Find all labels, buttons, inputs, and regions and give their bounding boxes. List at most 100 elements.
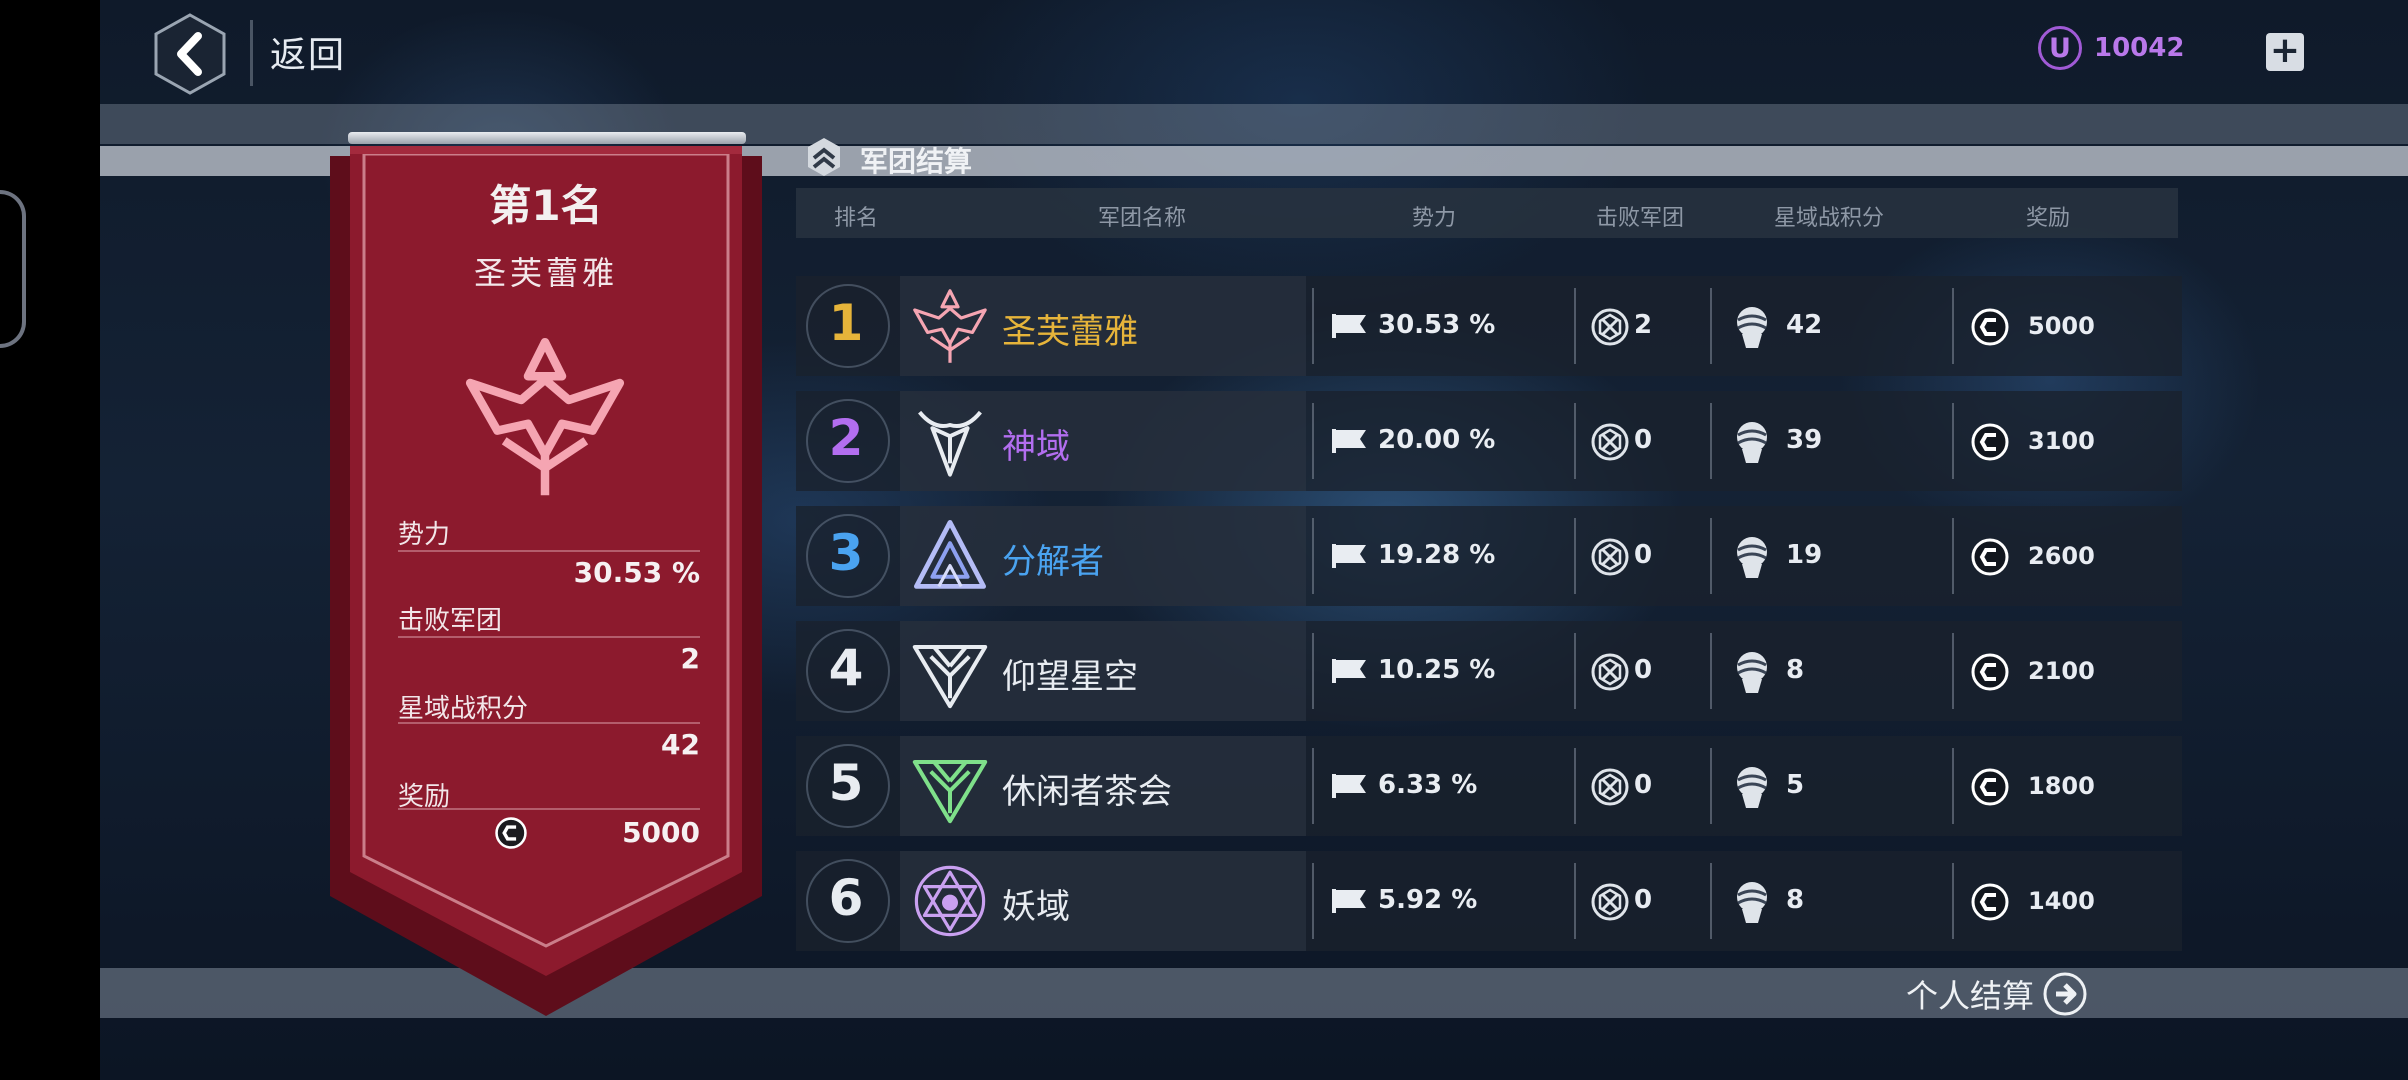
defeated-value: 2: [1634, 310, 1653, 340]
banner-stat-value-defeated: 2: [680, 642, 700, 675]
back-button[interactable]: [153, 12, 227, 96]
reward-value: 1400: [2028, 887, 2095, 915]
column-divider: [1710, 288, 1712, 364]
column-divider: [1952, 518, 1954, 594]
score-icon: [1732, 304, 1772, 350]
column-header-rank: 排名: [834, 206, 879, 231]
column-divider: [1952, 863, 1954, 939]
rank-number: 1: [828, 294, 864, 352]
currency-display: U 10042: [2038, 26, 2184, 70]
defeat-icon: [1590, 537, 1630, 577]
banner-stat-value-power: 30.53 %: [573, 556, 700, 589]
ranking-row[interactable]: 1 圣芙蕾雅 30.53 % 2 42 5000: [796, 276, 2182, 376]
power-value: 10.25 %: [1378, 655, 1496, 685]
back-separator: [250, 20, 253, 86]
side-tab: [0, 190, 26, 348]
currency-value: 10042: [2094, 33, 2185, 63]
defeated-value: 0: [1634, 885, 1653, 915]
defeated-value: 0: [1634, 655, 1653, 685]
power-value: 5.92 %: [1378, 885, 1478, 915]
back-label[interactable]: 返回: [270, 26, 346, 78]
banner-stat-label-defeated: 击败军团: [398, 606, 503, 636]
valkyrie-emblem-icon: [913, 289, 987, 363]
power-value: 20.00 %: [1378, 425, 1496, 455]
legion-name: 仰望星空: [1002, 657, 1138, 697]
defeated-value: 0: [1634, 770, 1653, 800]
column-divider: [1574, 403, 1576, 479]
ranking-row[interactable]: 6 妖域 5.92 % 0 8 1400: [796, 851, 2182, 951]
banner-stat-label-power: 势力: [398, 520, 451, 550]
column-divider: [1952, 748, 1954, 824]
add-currency-button[interactable]: +: [2266, 33, 2304, 71]
banner-legion-name: 圣芙蕾雅: [473, 254, 618, 292]
power-value: 30.53 %: [1378, 310, 1496, 340]
defeat-icon: [1590, 422, 1630, 462]
banner-stat-divider: [398, 722, 700, 724]
rank-badge: 6: [796, 851, 896, 951]
column-divider: [1952, 403, 1954, 479]
column-header-name: 军团名称: [1098, 206, 1187, 231]
flag-icon: [1330, 772, 1368, 800]
personal-settlement-label: 个人结算: [1906, 977, 2035, 1015]
column-divider: [1312, 863, 1314, 939]
coin-icon: [1970, 307, 2010, 347]
column-divider: [1312, 633, 1314, 709]
coin-icon: [1970, 652, 2010, 692]
banner-stat-value-reward: 5000: [622, 816, 700, 849]
table-header: 排名 军团名称 势力 击败军团 星域战积分 奖励: [796, 188, 2178, 238]
legion-name: 分解者: [1002, 542, 1104, 582]
defeat-icon: [1590, 652, 1630, 692]
legion-name: 神域: [1002, 427, 1070, 467]
column-divider: [1710, 748, 1712, 824]
coin-icon: [1970, 767, 2010, 807]
column-header-reward: 奖励: [2026, 206, 2071, 231]
star-emblem-icon: [912, 645, 988, 709]
personal-settlement-button[interactable]: 个人结算: [1906, 968, 2088, 1020]
horned-emblem-icon: [918, 410, 982, 477]
green-star-emblem-icon: [912, 760, 988, 824]
column-divider: [1312, 403, 1314, 479]
ranking-row[interactable]: 2 神域 20.00 % 0 39 3100: [796, 391, 2182, 491]
score-icon: [1732, 419, 1772, 465]
rank-number: 4: [828, 639, 864, 697]
legion-name: 圣芙蕾雅: [1002, 312, 1138, 352]
column-header-score: 星域战积分: [1774, 206, 1885, 231]
rank-badge: 2: [796, 391, 896, 491]
rank-number: 6: [828, 869, 864, 927]
defeat-icon: [1590, 767, 1630, 807]
reward-value: 3100: [2028, 427, 2095, 455]
ranking-row[interactable]: 4 仰望星空 10.25 % 0 8 2100: [796, 621, 2182, 721]
flag-icon: [1330, 887, 1368, 915]
score-value: 8: [1786, 655, 1805, 685]
flag-icon: [1330, 657, 1368, 685]
legion-name: 妖域: [1002, 887, 1070, 927]
rank-badge: 4: [796, 621, 896, 721]
column-divider: [1312, 748, 1314, 824]
banner-stat-divider: [398, 808, 700, 810]
banner-stat-value-score: 42: [661, 728, 700, 761]
ranking-row[interactable]: 5 休闲者茶会 6.33 % 0 5 1800: [796, 736, 2182, 836]
banner-rank-title: 第1名: [489, 181, 603, 230]
coin-icon: [1970, 882, 2010, 922]
currency-icon: U: [2038, 26, 2082, 70]
defeated-value: 0: [1634, 425, 1653, 455]
flag-icon: [1330, 427, 1368, 455]
column-divider: [1952, 288, 1954, 364]
reward-value: 2600: [2028, 542, 2095, 570]
column-divider: [1312, 288, 1314, 364]
coin-icon: [1970, 422, 2010, 462]
column-divider: [1574, 748, 1576, 824]
column-divider: [1574, 288, 1576, 364]
banner-stat-label-score: 星域战积分: [398, 694, 529, 724]
column-divider: [1574, 863, 1576, 939]
rank-number: 5: [828, 754, 864, 812]
legion-chevron-icon: [808, 138, 840, 176]
rank-number: 3: [828, 524, 864, 582]
power-value: 6.33 %: [1378, 770, 1478, 800]
reward-value: 1800: [2028, 772, 2095, 800]
legion-name: 休闲者茶会: [1002, 772, 1172, 812]
reward-value: 5000: [2028, 312, 2095, 340]
column-divider: [1312, 518, 1314, 594]
banner-stat-divider: [398, 550, 700, 552]
ranking-row[interactable]: 3 分解者 19.28 % 0 19 2600: [796, 506, 2182, 606]
